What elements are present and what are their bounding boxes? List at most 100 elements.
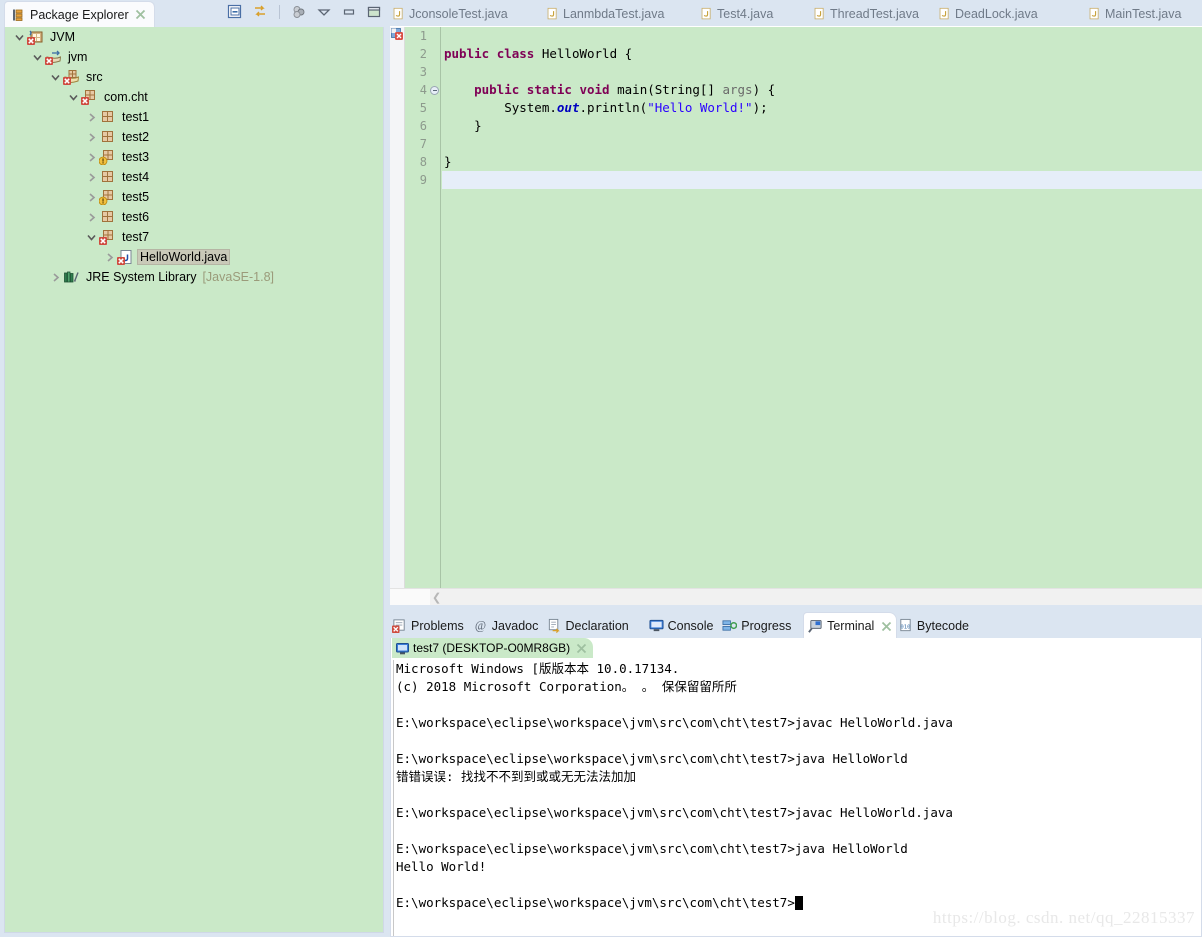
chevron-down-icon[interactable] (47, 69, 63, 85)
java-file-icon (938, 7, 951, 21)
terminal-view[interactable]: Microsoft Windows [版版本本 10.0.17134. (c) 2… (390, 658, 1202, 937)
tree-item-test5[interactable]: test5 (5, 187, 383, 207)
editor-tab-jconsoletest-java[interactable]: JconsoleTest.java (392, 1, 508, 26)
chevron-right-icon[interactable] (83, 169, 99, 185)
bottom-tab-terminal[interactable]: Terminal (803, 612, 898, 639)
tree-item-test2[interactable]: test2 (5, 127, 383, 147)
code-line[interactable]: } (442, 153, 1202, 171)
code-editor[interactable]: 1 2 3 4 5 6 7 8 9 public class HelloWorld { publ… (390, 26, 1202, 588)
code-line[interactable] (442, 135, 1202, 153)
package-explorer-view: Package Explorer JVM jvm src com.cht tes… (0, 0, 388, 937)
link-with-editor-icon[interactable] (252, 4, 268, 20)
javadoc-icon: @ (473, 618, 488, 633)
code-token: } (444, 118, 482, 133)
tree-item-test7[interactable]: test7 (5, 227, 383, 247)
chevron-right-icon[interactable] (83, 149, 99, 165)
collapse-all-icon[interactable] (227, 4, 243, 20)
tree-item-label: test3 (122, 150, 150, 164)
bottom-tab-console[interactable]: Console (649, 612, 713, 639)
code-token: public (444, 46, 490, 61)
editor-marker-column[interactable] (390, 27, 405, 588)
tree-item-helloworld-java[interactable]: HelloWorld.java (5, 247, 383, 267)
scroll-left-icon[interactable]: ❮ (432, 591, 441, 604)
line-number: 3 (419, 65, 427, 79)
bytecode-icon: 010 (898, 618, 913, 633)
terminal-line: E:\workspace\eclipse\workspace\jvm\src\c… (396, 805, 953, 820)
editor-code-area[interactable]: public class HelloWorld { public static … (442, 27, 1202, 588)
terminal-line: (c) 2018 Microsoft Corporation。 。 保保留留所所 (396, 679, 737, 694)
package-explorer-tree[interactable]: JVM jvm src com.cht test1 test2 test3 test4 test… (4, 27, 384, 933)
package-error-icon (81, 89, 99, 105)
package-icon (99, 209, 117, 225)
chevron-right-icon[interactable] (47, 269, 63, 285)
code-line[interactable] (442, 27, 1202, 45)
chevron-right-icon[interactable] (83, 129, 99, 145)
chevron-down-icon[interactable] (83, 229, 99, 245)
close-icon[interactable] (881, 621, 892, 632)
progress-icon (722, 618, 738, 633)
editor-horizontal-scrollbar[interactable]: ❮ (390, 588, 1202, 605)
tree-item-test3[interactable]: test3 (5, 147, 383, 167)
code-token: main(String[] (609, 82, 723, 97)
chevron-right-icon[interactable] (101, 249, 117, 265)
tree-item-com-cht[interactable]: com.cht (5, 87, 383, 107)
console-icon (649, 618, 664, 633)
chevron-down-icon[interactable] (11, 29, 27, 45)
tree-item-label: test2 (122, 130, 150, 144)
tree-item-jvm[interactable]: JVM (5, 27, 383, 47)
chevron-right-icon[interactable] (83, 189, 99, 205)
terminal-output[interactable]: Microsoft Windows [版版本本 10.0.17134. (c) 2… (393, 660, 1201, 936)
close-icon[interactable] (135, 9, 146, 20)
chevron-down-icon[interactable] (65, 89, 81, 105)
code-line[interactable]: public class HelloWorld { (442, 45, 1202, 63)
minimize-icon[interactable] (341, 4, 357, 20)
tree-item-src[interactable]: src (5, 67, 383, 87)
tree-item-jre-system-library[interactable]: JRE System Library [JavaSE-1.8] (5, 267, 383, 287)
bottom-tab-problems[interactable]: Problems (392, 612, 464, 639)
terminal-line: Hello World! (396, 859, 487, 874)
chevron-right-icon[interactable] (83, 109, 99, 125)
code-token: args (722, 82, 753, 97)
tree-item-test1[interactable]: test1 (5, 107, 383, 127)
bottom-tab-progress[interactable]: Progress (722, 612, 791, 639)
code-line[interactable] (442, 171, 1202, 189)
tree-item-label: test1 (122, 110, 150, 124)
bottom-tab-javadoc[interactable]: @ Javadoc (473, 612, 539, 639)
code-line[interactable]: System.out.println("Hello World!"); (442, 99, 1202, 117)
tab-package-explorer[interactable]: Package Explorer (4, 1, 155, 27)
tree-item-label: com.cht (104, 90, 148, 104)
maximize-icon[interactable] (366, 4, 382, 20)
code-line[interactable]: public static void main(String[] args) { (442, 81, 1202, 99)
editor-tab-deadlock-java[interactable]: DeadLock.java (938, 1, 1038, 26)
chevron-right-icon[interactable] (83, 209, 99, 225)
close-icon[interactable] (576, 643, 587, 654)
chevron-down-icon[interactable] (29, 49, 45, 65)
view-filter-icon[interactable] (291, 4, 307, 20)
editor-tab-lanmbdatest-java[interactable]: LanmbdaTest.java (546, 1, 664, 26)
code-token: public (474, 82, 520, 97)
tree-item-label: JVM (50, 30, 75, 44)
fold-collapse-icon[interactable] (429, 81, 440, 99)
view-menu-chevron-down-icon[interactable] (316, 4, 332, 20)
tree-item-label: test6 (122, 210, 150, 224)
code-line[interactable]: } (442, 117, 1202, 135)
java-file-icon (700, 7, 713, 21)
terminal-session-tab[interactable]: test7 (DESKTOP-O0MR8GB) (392, 638, 594, 658)
bottom-tab-bytecode[interactable]: 010 Bytecode (898, 612, 969, 639)
tree-item-label: src (86, 70, 103, 84)
eclipse-window: Package Explorer JVM jvm src com.cht tes… (0, 0, 1202, 937)
tree-item-label: HelloWorld.java (138, 250, 230, 264)
tree-item-jvm[interactable]: jvm (5, 47, 383, 67)
code-line[interactable] (442, 63, 1202, 81)
error-marker-icon[interactable] (391, 28, 404, 41)
bottom-tab-declaration[interactable]: Declaration (547, 612, 629, 639)
tree-item-test6[interactable]: test6 (5, 207, 383, 227)
editor-tab-test4-java[interactable]: Test4.java (700, 1, 773, 26)
editor-folding-column[interactable] (429, 27, 441, 588)
tree-item-test4[interactable]: test4 (5, 167, 383, 187)
editor-tab-threadtest-java[interactable]: ThreadTest.java (813, 1, 919, 26)
editor-tab-maintest-java[interactable]: MainTest.java (1088, 1, 1181, 26)
